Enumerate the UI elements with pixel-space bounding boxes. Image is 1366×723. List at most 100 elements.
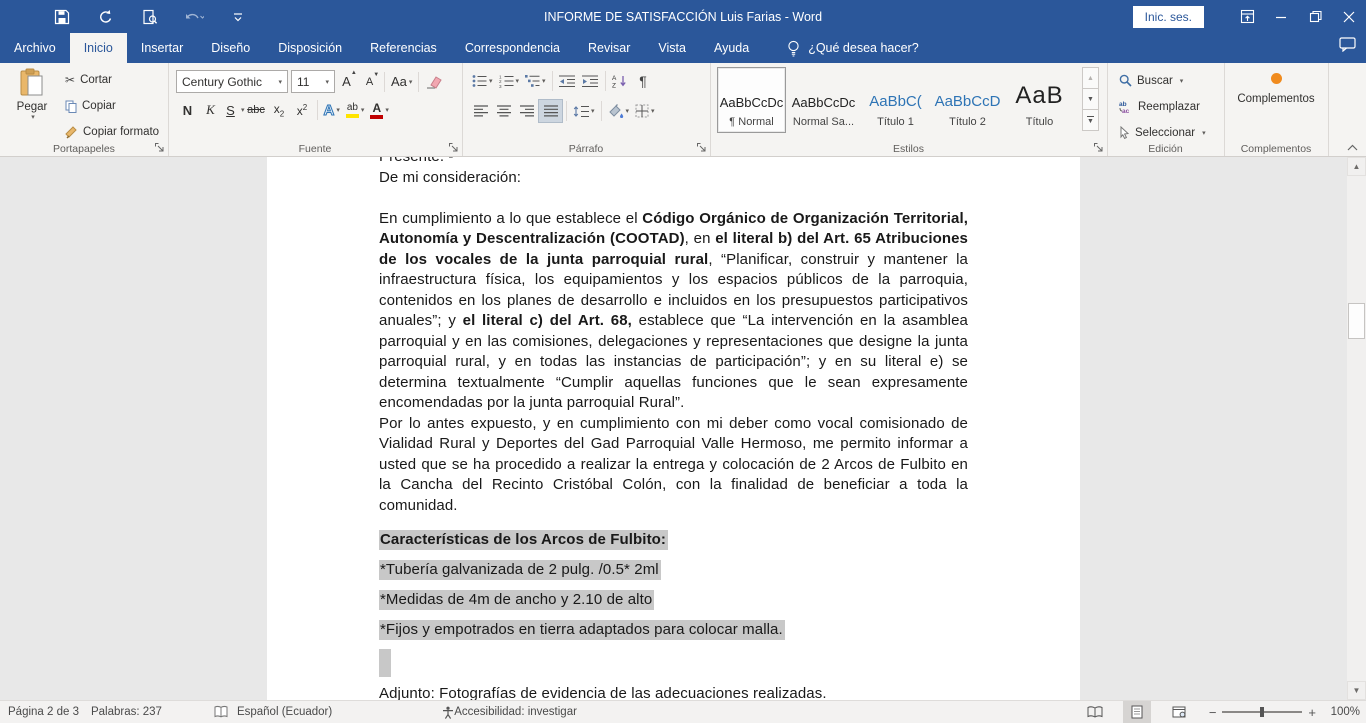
tab-insertar[interactable]: Insertar xyxy=(127,33,197,63)
italic-button[interactable]: K xyxy=(199,99,222,121)
tell-me-box[interactable]: ¿Qué desea hacer? xyxy=(777,33,929,63)
style-normal[interactable]: AaBbCcDc ¶ Normal xyxy=(717,67,786,133)
web-layout-icon[interactable] xyxy=(1165,701,1193,723)
window-title: INFORME DE SATISFACCIÓN Luis Farias - Wo… xyxy=(300,0,1066,33)
scrollbar-thumb[interactable] xyxy=(1348,303,1365,339)
increase-indent-icon[interactable] xyxy=(579,70,602,92)
sign-in-button[interactable]: Inic. ses. xyxy=(1133,6,1204,28)
scroll-down-icon[interactable]: ▼ xyxy=(1347,681,1366,700)
minimize-button[interactable] xyxy=(1264,0,1298,33)
paragraph-dialog-launcher-icon[interactable] xyxy=(696,142,707,153)
paste-button[interactable]: Pegar ▾ xyxy=(8,68,56,121)
shading-button[interactable]: ▾ xyxy=(605,103,633,119)
zoom-percentage[interactable]: 100% xyxy=(1324,706,1360,718)
select-button[interactable]: Seleccionar ▾ xyxy=(1116,121,1209,144)
align-center-icon[interactable] xyxy=(492,100,515,122)
page-indicator[interactable]: Página 2 de 3 xyxy=(8,706,79,718)
numbering-button[interactable]: 123 ▾ xyxy=(496,73,523,89)
borders-button[interactable]: ▾ xyxy=(632,103,658,119)
styles-scroll-down-icon[interactable]: ▼ xyxy=(1082,88,1099,110)
font-dialog-launcher-icon[interactable] xyxy=(448,142,459,153)
zoom-slider[interactable] xyxy=(1222,711,1302,713)
accessibility-status[interactable]: Accesibilidad: investigar xyxy=(454,706,577,718)
line-spacing-icon xyxy=(573,105,589,118)
tab-vista[interactable]: Vista xyxy=(644,33,700,63)
title-bar: INFORME DE SATISFACCIÓN Luis Farias - Wo… xyxy=(0,0,1366,33)
clear-formatting-icon[interactable] xyxy=(422,71,445,93)
repeat-icon[interactable] xyxy=(96,7,116,27)
justify-icon[interactable] xyxy=(538,99,563,123)
styles-gallery-more-icon[interactable]: ▼ xyxy=(1082,109,1099,131)
bold-button[interactable]: N xyxy=(176,99,199,121)
print-layout-icon[interactable] xyxy=(1123,701,1151,723)
copy-button[interactable]: Copiar xyxy=(62,95,162,117)
bullets-button[interactable]: ▾ xyxy=(469,73,496,89)
collapse-ribbon-icon[interactable] xyxy=(1344,140,1360,154)
style-normal-sa[interactable]: AaBbCcDc Normal Sa... xyxy=(789,67,858,133)
proofing-icon[interactable] xyxy=(214,705,229,719)
decrease-indent-icon[interactable] xyxy=(556,70,579,92)
strikethrough-button[interactable]: abc xyxy=(245,99,268,121)
replace-button[interactable]: abac Reemplazar xyxy=(1116,95,1209,118)
show-marks-button[interactable]: ¶ xyxy=(632,70,655,92)
vertical-scrollbar[interactable]: ▲ ▼ xyxy=(1347,157,1366,700)
cut-button[interactable]: ✂ Cortar xyxy=(62,69,162,91)
read-mode-icon[interactable] xyxy=(1081,701,1109,723)
align-left-icon[interactable] xyxy=(469,100,492,122)
styles-dialog-launcher-icon[interactable] xyxy=(1093,142,1104,153)
addins-button[interactable]: Complementos xyxy=(1224,73,1328,105)
close-button[interactable] xyxy=(1332,0,1366,33)
chevron-down-icon: ▾ xyxy=(516,77,520,85)
doc-selected-heading: Características de los Arcos de Fulbito: xyxy=(379,529,968,550)
style-titulo-1[interactable]: AaBbC( Título 1 xyxy=(861,67,930,133)
tab-revisar[interactable]: Revisar xyxy=(574,33,644,63)
customize-quick-access-icon[interactable] xyxy=(228,7,248,27)
language-indicator[interactable]: Español (Ecuador) xyxy=(237,706,332,718)
font-color-button[interactable]: A ▾ xyxy=(367,101,392,120)
document-canvas[interactable]: Presente. - De mi consideración: En cump… xyxy=(0,157,1347,700)
multilevel-list-icon xyxy=(525,74,540,88)
font-size-combobox[interactable]: 11 ▾ xyxy=(291,70,335,93)
document-page[interactable]: Presente. - De mi consideración: En cump… xyxy=(267,157,1080,700)
format-painter-label: Copiar formato xyxy=(83,126,159,138)
tab-referencias[interactable]: Referencias xyxy=(356,33,451,63)
tab-ayuda[interactable]: Ayuda xyxy=(700,33,763,63)
restore-button[interactable] xyxy=(1298,0,1332,33)
find-button[interactable]: Buscar ▾ xyxy=(1116,69,1209,92)
multilevel-list-button[interactable]: ▾ xyxy=(522,73,549,89)
underline-button[interactable]: S xyxy=(222,99,239,121)
grow-font-button[interactable]: A▲ xyxy=(335,71,358,93)
clipboard-dialog-launcher-icon[interactable] xyxy=(154,142,165,153)
styles-scroll-up-icon[interactable]: ▲ xyxy=(1082,67,1099,89)
tab-correspondencia[interactable]: Correspondencia xyxy=(451,33,574,63)
comments-icon[interactable] xyxy=(1339,37,1356,52)
sort-icon[interactable]: AZ xyxy=(609,70,632,92)
ribbon-display-options-icon[interactable] xyxy=(1230,0,1264,33)
subscript-button[interactable]: x2 xyxy=(268,99,291,121)
font-color-icon: A xyxy=(370,102,383,119)
word-count[interactable]: Palabras: 237 xyxy=(91,706,162,718)
align-right-icon[interactable] xyxy=(515,100,538,122)
text-effects-button[interactable]: A ▾ xyxy=(321,101,343,120)
zoom-slider-thumb[interactable] xyxy=(1260,707,1264,717)
format-painter-button[interactable]: Copiar formato xyxy=(62,121,162,143)
zoom-in-icon[interactable]: + xyxy=(1308,705,1316,720)
change-case-button[interactable]: Aa ▾ xyxy=(388,73,415,90)
style-titulo[interactable]: AaB Título xyxy=(1005,67,1074,133)
tab-archivo[interactable]: Archivo xyxy=(0,33,70,63)
scroll-up-icon[interactable]: ▲ xyxy=(1347,157,1366,176)
superscript-button[interactable]: x2 xyxy=(291,99,314,121)
tab-diseno[interactable]: Diseño xyxy=(197,33,264,63)
tab-disposicion[interactable]: Disposición xyxy=(264,33,356,63)
pointer-icon xyxy=(1119,126,1130,139)
style-titulo-2[interactable]: AaBbCcD Título 2 xyxy=(933,67,1002,133)
save-icon[interactable] xyxy=(52,7,72,27)
line-spacing-button[interactable]: ▾ xyxy=(570,104,598,119)
shrink-font-button[interactable]: A▼ xyxy=(358,71,381,93)
zoom-out-icon[interactable]: − xyxy=(1209,705,1217,720)
highlight-button[interactable]: ab ▾ xyxy=(343,102,368,119)
print-preview-icon[interactable] xyxy=(140,7,160,27)
font-name-combobox[interactable]: Century Gothic ▾ xyxy=(176,70,288,93)
tab-inicio[interactable]: Inicio xyxy=(70,33,127,63)
accessibility-icon[interactable] xyxy=(442,706,454,719)
